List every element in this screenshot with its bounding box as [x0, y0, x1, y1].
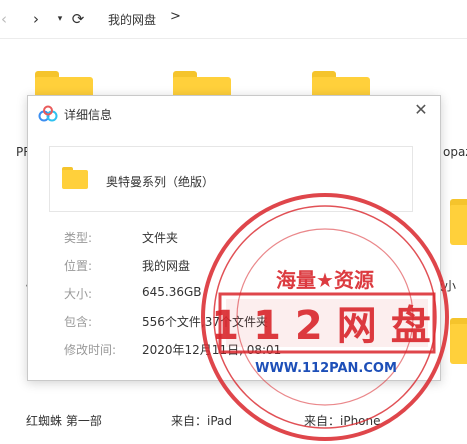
file-name: 奥特曼系列（绝版） — [106, 175, 215, 189]
baidu-netdisk-logo-icon — [38, 105, 58, 122]
back-icon[interactable]: ‹ — [0, 9, 14, 29]
forward-icon[interactable]: › — [26, 9, 46, 29]
dialog-title: 详细信息 — [64, 108, 113, 122]
refresh-icon[interactable]: ⟳ — [68, 9, 88, 29]
size-label: 大小: — [64, 287, 93, 301]
folder-icon[interactable] — [450, 318, 467, 364]
close-icon[interactable]: ✕ — [412, 101, 430, 119]
type-value: 文件夹 — [142, 231, 179, 245]
folder-label[interactable]: 来自：iPad — [171, 412, 232, 429]
folder-label[interactable]: opaz — [443, 145, 467, 159]
contains-value: 556个文件,37个文件夹 — [142, 315, 268, 329]
modified-time-value: 2020年12月11日, 08:01 — [142, 343, 282, 357]
location-value: 我的网盘 — [142, 259, 191, 273]
history-dropdown-icon[interactable]: ▾ — [50, 9, 70, 29]
folder-label[interactable]: 红蜘蛛 第一部 — [26, 412, 102, 429]
folder-label[interactable]: 来自：iPhone — [304, 412, 381, 429]
type-label: 类型: — [64, 231, 93, 245]
size-value: 645.36GB — [142, 285, 202, 299]
folder-icon[interactable] — [450, 199, 467, 245]
breadcrumb-my-drive[interactable]: 我的网盘 — [108, 11, 156, 28]
folder-icon — [62, 167, 88, 189]
file-summary: 奥特曼系列（绝版） — [49, 146, 413, 212]
details-dialog: 详细信息 ✕ 奥特曼系列（绝版） 类型: 文件夹 位置: 我的网盘 大小: 64… — [27, 95, 441, 381]
navigation-bar: ‹ › ▾ ⟳ 我的网盘 > — [0, 0, 467, 38]
breadcrumb-separator: > — [170, 9, 181, 24]
divider — [0, 38, 467, 39]
contains-label: 包含: — [64, 315, 93, 329]
location-label: 位置: — [64, 259, 93, 273]
modified-time-label: 修改时间: — [64, 343, 117, 357]
